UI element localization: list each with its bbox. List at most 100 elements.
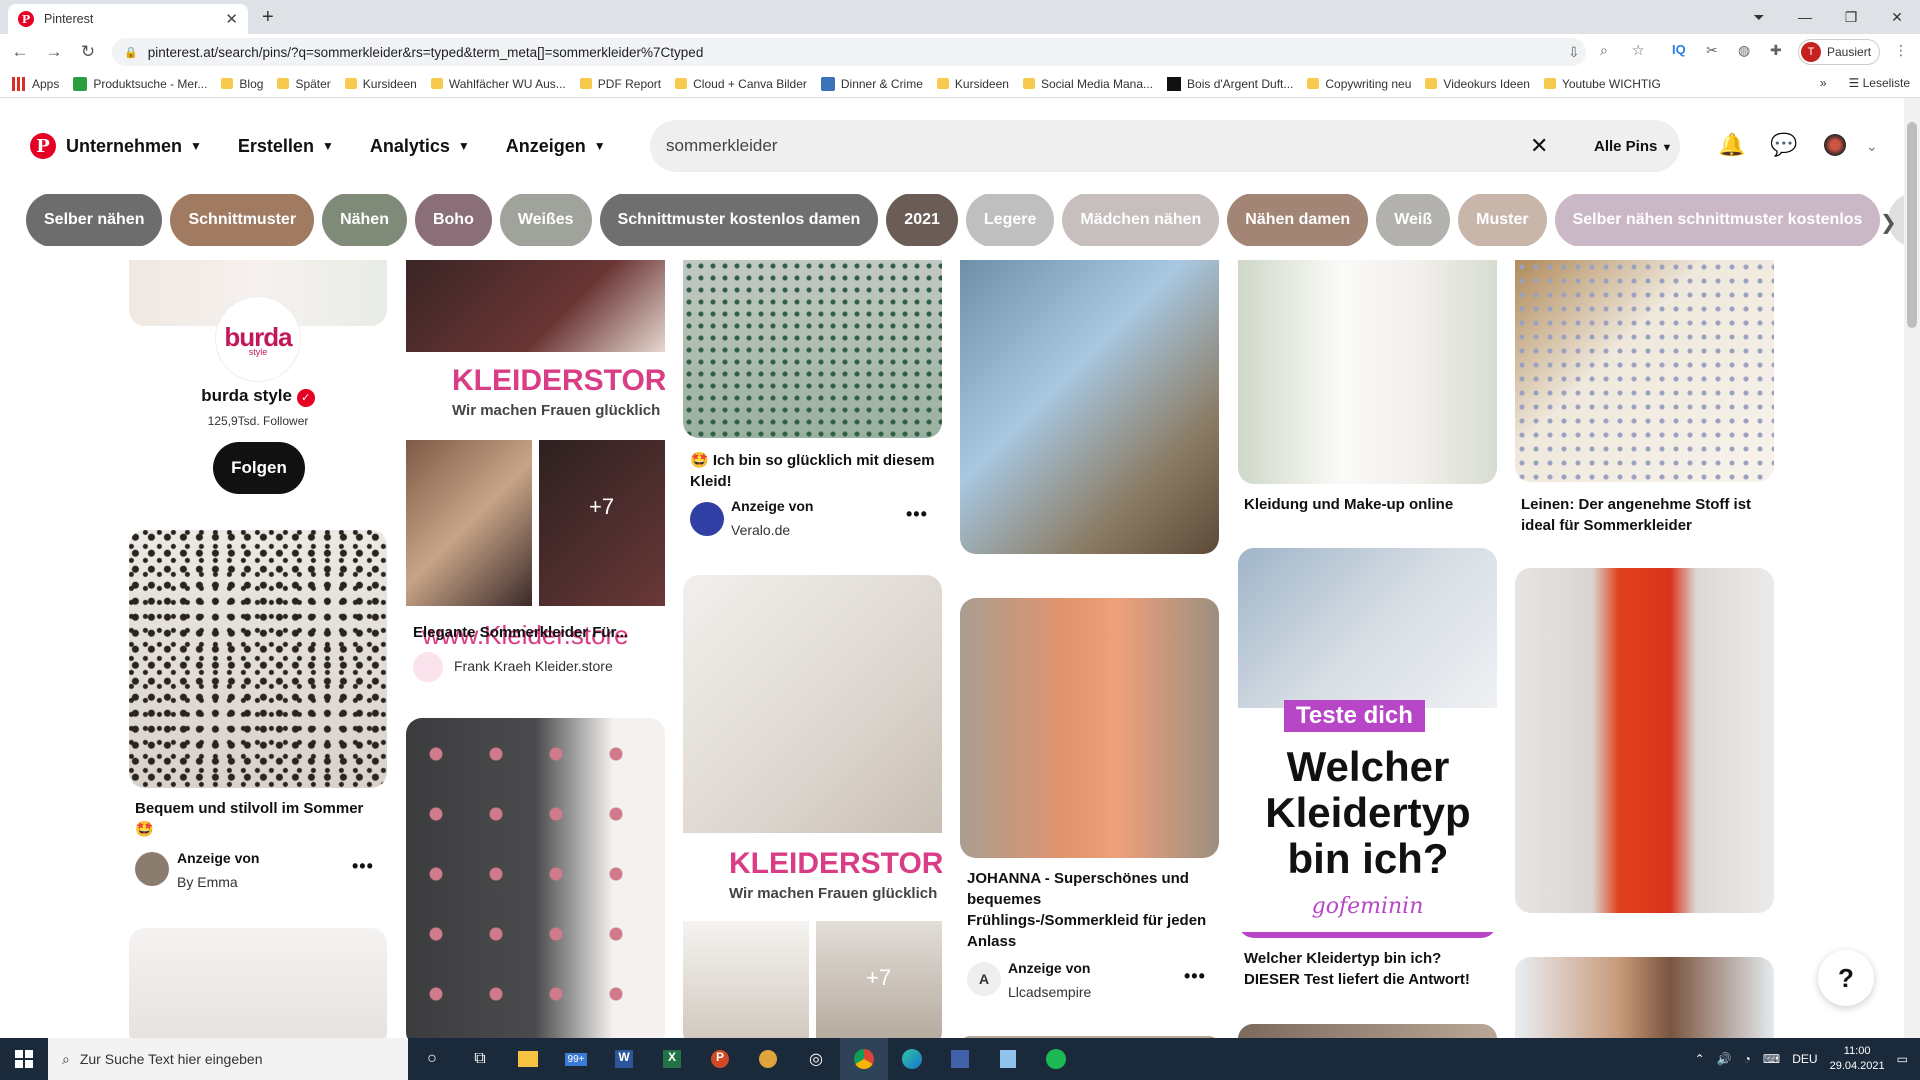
excel-icon[interactable]: X	[648, 1038, 696, 1080]
app-icon[interactable]	[936, 1038, 984, 1080]
search-chip[interactable]: Selber nähen schnittmuster kostenlos	[1554, 194, 1881, 246]
address-bar[interactable]: 🔒 pinterest.at/search/pins/?q=sommerklei…	[112, 38, 1586, 66]
search-chip[interactable]: Nähen	[322, 194, 407, 246]
extension-icon[interactable]: ✂	[1706, 42, 1718, 59]
task-view-icon[interactable]: ⧉	[456, 1038, 504, 1080]
notepad-icon[interactable]	[984, 1038, 1032, 1080]
keyboard-icon[interactable]: ⌨	[1763, 1052, 1780, 1066]
clear-search-icon[interactable]: ✕	[1530, 133, 1548, 159]
minimize-button[interactable]: —	[1782, 9, 1828, 25]
advertiser-avatar[interactable]	[135, 852, 169, 886]
bookmark-item[interactable]: Cloud + Canva Bilder	[675, 77, 807, 91]
search-chip[interactable]: Weißes	[499, 194, 592, 246]
chips-next-arrow-icon[interactable]: ❯	[1880, 210, 1897, 235]
help-button[interactable]: ?	[1818, 950, 1874, 1006]
nav-unternehmen[interactable]: Unternehmen ▼	[66, 136, 202, 157]
nav-anzeigen[interactable]: Anzeigen ▼	[506, 136, 606, 157]
search-chip[interactable]: Weiß	[1376, 194, 1451, 246]
pin-title[interactable]: Elegante Sommerkleider Für...	[413, 622, 663, 643]
pin-image[interactable]	[1515, 957, 1774, 1038]
chrome-icon[interactable]	[840, 1038, 888, 1080]
more-bookmarks-icon[interactable]: »	[1820, 76, 1827, 90]
close-window-button[interactable]: ✕	[1874, 9, 1920, 26]
cortana-icon[interactable]: ○	[408, 1038, 456, 1080]
advertiser-name[interactable]: By Emma	[177, 874, 238, 890]
bookmark-item[interactable]: Produktsuche - Mer...	[73, 76, 207, 91]
pin-image-white-dress[interactable]	[129, 928, 387, 1038]
profile-name[interactable]: burda style ✓	[129, 386, 387, 407]
nav-erstellen[interactable]: Erstellen ▼	[238, 136, 334, 157]
network-icon[interactable]: ◔	[1744, 1052, 1751, 1066]
app-icon[interactable]	[744, 1038, 792, 1080]
page-scrollbar[interactable]	[1904, 98, 1920, 1038]
search-chip[interactable]: Muster	[1458, 194, 1547, 246]
browser-menu-icon[interactable]: ⋮	[1894, 42, 1908, 59]
pin-image-blue-dress[interactable]	[960, 260, 1219, 554]
search-input[interactable]: sommerkleider ✕ Alle Pins ▼	[650, 120, 1680, 172]
pin-kleiderstore[interactable]: KLEIDERSTORE Wir machen Frauen glücklich…	[406, 352, 665, 702]
close-tab-icon[interactable]: ✕	[225, 10, 238, 28]
search-chip[interactable]: Nähen damen	[1227, 194, 1369, 246]
profile-button[interactable]: T Pausiert	[1798, 39, 1881, 65]
edge-icon[interactable]	[888, 1038, 936, 1080]
pin-image-floral-dress[interactable]	[406, 260, 665, 352]
bookmark-item[interactable]: Wahlfächer WU Aus...	[430, 77, 566, 91]
creator-avatar[interactable]	[413, 652, 443, 682]
bookmark-item[interactable]: Copywriting neu	[1307, 77, 1411, 91]
clock[interactable]: 11:00 29.04.2021	[1830, 1044, 1885, 1074]
pinterest-logo-icon[interactable]: P	[30, 133, 56, 159]
extensions-puzzle-icon[interactable]: ✚	[1770, 42, 1782, 59]
advertiser-name[interactable]: Llcadsempire	[1008, 984, 1091, 1000]
burda-logo[interactable]: burda style	[215, 296, 301, 382]
taskbar-search-input[interactable]: ⌕ Zur Suche Text hier eingeben	[48, 1038, 408, 1080]
iq-extension-icon[interactable]: IQ	[1672, 42, 1686, 57]
file-explorer-icon[interactable]	[504, 1038, 552, 1080]
pin-title[interactable]: Leinen: Der angenehme Stoff ist ideal fü…	[1521, 494, 1771, 536]
powerpoint-icon[interactable]: P	[696, 1038, 744, 1080]
install-icon[interactable]: ⇩	[1568, 44, 1580, 61]
language-indicator[interactable]: DEU	[1792, 1052, 1817, 1066]
bookmark-item[interactable]: Bois d'Argent Duft...	[1167, 76, 1293, 91]
browser-tab[interactable]: P Pinterest ✕	[8, 4, 248, 34]
bookmark-item[interactable]: Kursideen	[344, 77, 417, 91]
pin-title[interactable]: Bequem und stilvoll im Sommer 🤩	[135, 798, 385, 840]
nav-analytics[interactable]: Analytics ▼	[370, 136, 470, 157]
vpn-extension-icon[interactable]: ◍	[1738, 42, 1750, 59]
advertiser-name[interactable]: Veralo.de	[731, 522, 790, 538]
pin-image-leopard-dress[interactable]	[129, 530, 387, 788]
pin-image-linen-dress[interactable]	[1515, 260, 1774, 482]
follow-button[interactable]: Folgen	[213, 442, 305, 494]
messages-icon[interactable]: 💬	[1770, 132, 1797, 158]
pin-title[interactable]: Kleidung und Make-up online	[1244, 494, 1494, 515]
search-chip[interactable]: Schnittmuster	[170, 194, 315, 246]
pin-filter-dropdown[interactable]: Alle Pins ▼	[1594, 138, 1672, 155]
pin-quiz-kleidertyp[interactable]: Teste dich Welcher Kleidertyp bin ich? g…	[1238, 548, 1497, 938]
app-icon[interactable]: ◎	[792, 1038, 840, 1080]
notifications-bell-icon[interactable]: 🔔	[1718, 132, 1745, 158]
more-options-icon[interactable]: •••	[1184, 966, 1206, 987]
search-chip[interactable]: Schnittmuster kostenlos damen	[599, 194, 879, 246]
volume-icon[interactable]: 🔊	[1717, 1052, 1732, 1066]
search-chip[interactable]: Boho	[414, 194, 492, 246]
more-options-icon[interactable]: •••	[352, 856, 374, 877]
pin-kleiderstore-white[interactable]: KLEIDERSTORE Wir machen Frauen glücklich…	[683, 575, 942, 1038]
mail-icon[interactable]: 99+	[552, 1038, 600, 1080]
bookmark-apps[interactable]: Apps	[12, 76, 59, 91]
reading-list[interactable]: ☰ Leseliste	[1849, 76, 1910, 90]
bookmark-item[interactable]: Blog	[221, 77, 263, 91]
pin-title[interactable]: 🤩 Ich bin so glücklich mit diesem Kleid!	[690, 450, 940, 492]
more-options-icon[interactable]: •••	[906, 504, 928, 525]
creator-name[interactable]: Frank Kraeh Kleider.store	[454, 658, 613, 674]
pin-image[interactable]	[1238, 1024, 1497, 1038]
bookmark-item[interactable]: Dinner & Crime	[820, 76, 923, 91]
bookmark-item[interactable]: Videokurs Ideen	[1425, 77, 1530, 91]
tray-chevron-icon[interactable]: ⌃	[1695, 1052, 1705, 1066]
spotify-icon[interactable]	[1032, 1038, 1080, 1080]
scrollbar-thumb[interactable]	[1907, 122, 1917, 328]
word-icon[interactable]: W	[600, 1038, 648, 1080]
zoom-icon[interactable]: ⌕	[1600, 42, 1608, 59]
maximize-button[interactable]: ❐	[1828, 9, 1874, 26]
account-chevron-icon[interactable]: ⌄	[1866, 138, 1878, 155]
pin-title[interactable]: Welcher Kleidertyp bin ich? DIESER Test …	[1244, 948, 1494, 990]
bookmark-star-icon[interactable]: ☆	[1632, 42, 1645, 59]
